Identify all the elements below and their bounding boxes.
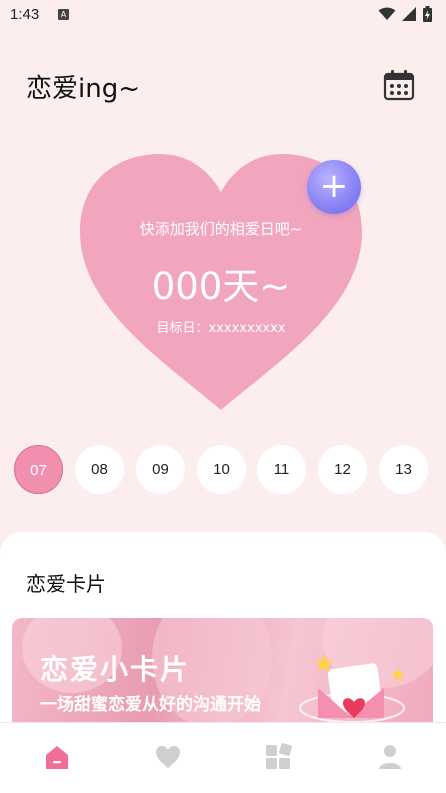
status-bar: 1:43 A bbox=[0, 0, 446, 30]
target-date-label: 目标日：xxxxxxxxxx bbox=[156, 321, 286, 336]
notification-a-icon: A bbox=[58, 9, 69, 20]
grid-icon bbox=[266, 743, 292, 769]
bottom-nav bbox=[0, 722, 446, 793]
app-title: 恋爱ing~ bbox=[26, 74, 140, 104]
signal-icon bbox=[402, 7, 416, 21]
nav-apps[interactable] bbox=[264, 743, 292, 771]
nav-love[interactable] bbox=[154, 743, 182, 771]
calendar-button[interactable] bbox=[382, 68, 416, 102]
day-chip[interactable]: 13 bbox=[379, 445, 428, 494]
nav-home[interactable] bbox=[43, 743, 71, 771]
status-time: 1:43 bbox=[10, 6, 40, 23]
plus-icon: + bbox=[319, 166, 349, 206]
heart-icon bbox=[156, 746, 180, 768]
home-icon bbox=[46, 746, 68, 769]
nav-profile[interactable] bbox=[376, 743, 404, 771]
love-day-hint: 快添加我们的相爱日吧~ bbox=[139, 220, 303, 238]
day-chip[interactable]: 08 bbox=[75, 445, 124, 494]
day-chip[interactable]: 07 bbox=[14, 445, 63, 494]
calendar-icon bbox=[383, 70, 415, 101]
banner-subtitle: 一场甜蜜恋爱从好的沟通开始 bbox=[40, 695, 261, 715]
day-chip[interactable]: 10 bbox=[197, 445, 246, 494]
day-chip[interactable]: 11 bbox=[257, 445, 306, 494]
day-selector: 07 08 09 10 11 12 13 bbox=[14, 445, 434, 495]
love-days-count: 000天~ bbox=[151, 265, 291, 308]
section-title: 恋爱卡片 bbox=[26, 572, 106, 596]
add-love-day-button[interactable]: + bbox=[307, 160, 361, 214]
battery-charging-icon bbox=[423, 6, 432, 22]
wifi-icon bbox=[378, 7, 396, 20]
status-icons bbox=[378, 6, 432, 22]
day-chip[interactable]: 09 bbox=[136, 445, 185, 494]
day-chip[interactable]: 12 bbox=[318, 445, 367, 494]
profile-icon bbox=[379, 745, 401, 769]
love-card-banner[interactable]: 恋爱小卡片 一场甜蜜恋爱从好的沟通开始 bbox=[12, 618, 433, 738]
banner-title: 恋爱小卡片 bbox=[40, 653, 191, 686]
